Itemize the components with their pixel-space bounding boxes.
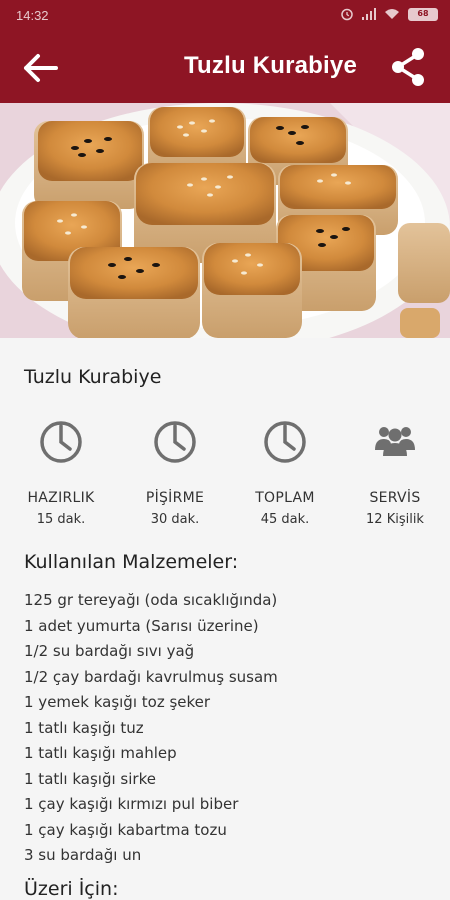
ingredient-item: 1 yemek kaşığı toz şeker xyxy=(24,693,211,711)
ingredient-item: 1 adet yumurta (Sarısı üzerine) xyxy=(24,616,259,635)
stat-cook: PİŞİRME 30 dak. xyxy=(120,418,230,527)
stat-label: HAZIRLIK xyxy=(27,490,95,506)
stat-label: PİŞİRME xyxy=(145,490,205,506)
timer-icon xyxy=(154,421,196,463)
timer-icon xyxy=(264,421,306,463)
ingredients-list: 125 gr tereyağı (oda sıcaklığında) 1 ade… xyxy=(24,588,278,869)
recipe-content: Tuzlu Kurabiye HAZIRLIK 15 dak. PİŞİRME … xyxy=(0,338,450,900)
ingredient-item: 1 tatlı kaşığı mahlep xyxy=(24,744,177,762)
ingredient-item: 1 tatlı kaşığı sirke xyxy=(24,769,156,788)
ingredient-item: 1 çay kaşığı kırmızı pul biber xyxy=(24,795,239,813)
people-icon xyxy=(375,427,415,456)
stat-total: TOPLAM 45 dak. xyxy=(230,418,340,527)
timer-icon xyxy=(40,421,82,463)
stat-value: 12 Kişilik xyxy=(366,512,424,527)
recipe-photo xyxy=(0,103,450,338)
stat-prep: HAZIRLIK 15 dak. xyxy=(6,418,116,527)
recipe-stats: HAZIRLIK 15 dak. PİŞİRME 30 dak. TOPLAM … xyxy=(0,418,450,528)
ingredient-item: 125 gr tereyağı (oda sıcaklığında) xyxy=(24,591,278,609)
page-title: Tuzlu Kurabiye xyxy=(183,52,357,79)
alarm-icon xyxy=(341,8,353,21)
app-bar: Tuzlu Kurabiye xyxy=(0,32,450,103)
signal-icon xyxy=(362,8,376,20)
stat-value: 15 dak. xyxy=(36,512,86,527)
ingredient-item: 3 su bardağı un xyxy=(24,846,142,864)
ingredient-item: 1 tatlı kaşığı tuz xyxy=(24,718,144,737)
status-icons: 68 xyxy=(340,7,438,21)
stat-label: TOPLAM xyxy=(255,490,315,506)
share-icon xyxy=(392,48,424,86)
arrow-left-icon xyxy=(24,54,58,82)
stat-value: 45 dak. xyxy=(260,512,310,527)
ingredients-heading: Kullanılan Malzemeler: xyxy=(24,551,239,573)
status-time: 14:32 xyxy=(16,8,49,23)
share-button[interactable] xyxy=(388,45,428,89)
stat-servings: SERVİS 12 Kişilik xyxy=(340,418,450,527)
ingredient-item: 1/2 çay bardağı kavrulmuş susam xyxy=(24,667,278,686)
stat-label: SERVİS xyxy=(369,490,421,506)
topping-heading: Üzeri İçin: xyxy=(24,878,119,900)
ingredient-item: 1/2 su bardağı sıvı yağ xyxy=(24,642,195,660)
stat-value: 30 dak. xyxy=(150,512,200,527)
battery-icon: 68 xyxy=(408,7,438,21)
wifi-icon xyxy=(385,9,399,19)
recipe-name: Tuzlu Kurabiye xyxy=(24,366,162,388)
ingredient-item: 1 çay kaşığı kabartma tozu xyxy=(24,820,227,839)
top-bar: 14:32 68 Tuzlu Kurabiye xyxy=(0,0,450,103)
status-bar: 14:32 68 xyxy=(0,0,450,32)
back-button[interactable] xyxy=(18,46,62,90)
